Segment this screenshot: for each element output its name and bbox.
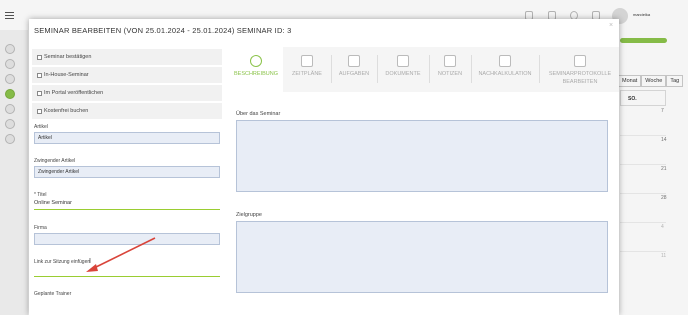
checkbox[interactable] xyxy=(37,90,42,96)
checkbox-in-house[interactable]: In-House-Seminar xyxy=(32,67,222,83)
tab-divider xyxy=(331,55,332,83)
people-icon xyxy=(574,55,586,67)
tab-divider xyxy=(539,55,540,83)
image-icon xyxy=(499,55,511,67)
tab-label: DOKUMENTE xyxy=(385,71,421,77)
tab-label: NOTIZEN xyxy=(437,71,463,77)
firma-field[interactable] xyxy=(34,233,220,245)
tab-divider xyxy=(429,55,430,83)
checkbox[interactable] xyxy=(37,108,42,114)
people-icon xyxy=(301,55,313,67)
checkbox-kostenfrei[interactable]: Kostenfrei buchen xyxy=(32,103,222,119)
checkbox-label: Kostenfrei buchen xyxy=(44,108,89,114)
modal-title: SEMINAR BEARBEITEN (VON 25.01.2024 - 25.… xyxy=(34,26,292,35)
tab-dokumente[interactable]: DOKUMENTE xyxy=(380,47,426,92)
zielgruppe-label: Zielgruppe xyxy=(236,212,262,218)
tab-label: AUFGABEN xyxy=(338,71,370,77)
tab-divider xyxy=(471,55,472,83)
tab-label: BESCHREIBUNG xyxy=(233,71,278,77)
titel-field[interactable]: Online Seminar xyxy=(34,198,220,210)
close-icon[interactable]: × xyxy=(609,22,613,29)
notes-icon xyxy=(444,55,456,67)
checkbox-portal[interactable]: Im Portal veröffentlichen xyxy=(32,85,222,101)
tab-label: SEMINARPROTOKOLLE BEARBEITEN xyxy=(548,71,612,85)
tab-seminarprotokolle[interactable]: SEMINARPROTOKOLLE BEARBEITEN xyxy=(543,47,617,92)
ueber-seminar-label: Über das Seminar xyxy=(236,111,281,117)
artikel-field[interactable]: Artikel xyxy=(34,132,220,144)
tab-divider xyxy=(377,55,378,83)
checkbox-seminar-bestaetigen[interactable]: Seminar bestätigen xyxy=(32,49,222,65)
checkbox-label: Im Portal veröffentlichen xyxy=(44,90,104,96)
link-field[interactable] xyxy=(34,265,220,277)
calendar-icon xyxy=(397,55,409,67)
trainer-label: Geplante Trainer xyxy=(34,291,72,297)
copy-icon xyxy=(348,55,360,67)
artikel-label: Artikel xyxy=(34,124,48,130)
tab-zeitplaene[interactable]: ZEITPLÄNE xyxy=(287,47,327,92)
seminar-form: Seminar bestätigen In-House-Seminar Im P… xyxy=(32,47,224,315)
tab-label: NACHKALKULATION xyxy=(478,71,532,77)
checkbox-label: In-House-Seminar xyxy=(44,72,89,78)
tab-beschreibung[interactable]: BESCHREIBUNG xyxy=(229,47,283,92)
zwingender-artikel-field[interactable]: Zwingender Artikel xyxy=(34,166,220,178)
zwingender-artikel-label: Zwingender Artikel xyxy=(34,158,76,164)
tab-bar: BESCHREIBUNG ZEITPLÄNE AUFGABEN DOKUMENT… xyxy=(229,47,619,92)
checkbox[interactable] xyxy=(37,54,42,60)
firma-label: Firma xyxy=(34,225,47,231)
zielgruppe-textarea[interactable] xyxy=(236,221,608,293)
info-icon xyxy=(250,55,262,67)
ueber-seminar-textarea[interactable] xyxy=(236,120,608,192)
edit-seminar-modal: SEMINAR BEARBEITEN (VON 25.01.2024 - 25.… xyxy=(29,19,619,315)
tab-label: ZEITPLÄNE xyxy=(292,71,322,77)
tab-nachkalkulation[interactable]: NACHKALKULATION xyxy=(474,47,536,92)
checkbox[interactable] xyxy=(37,72,42,78)
checkbox-label: Seminar bestätigen xyxy=(44,54,92,60)
tab-notizen[interactable]: NOTIZEN xyxy=(432,47,468,92)
tab-aufgaben[interactable]: AUFGABEN xyxy=(334,47,374,92)
text-cursor-icon: I xyxy=(89,258,91,265)
